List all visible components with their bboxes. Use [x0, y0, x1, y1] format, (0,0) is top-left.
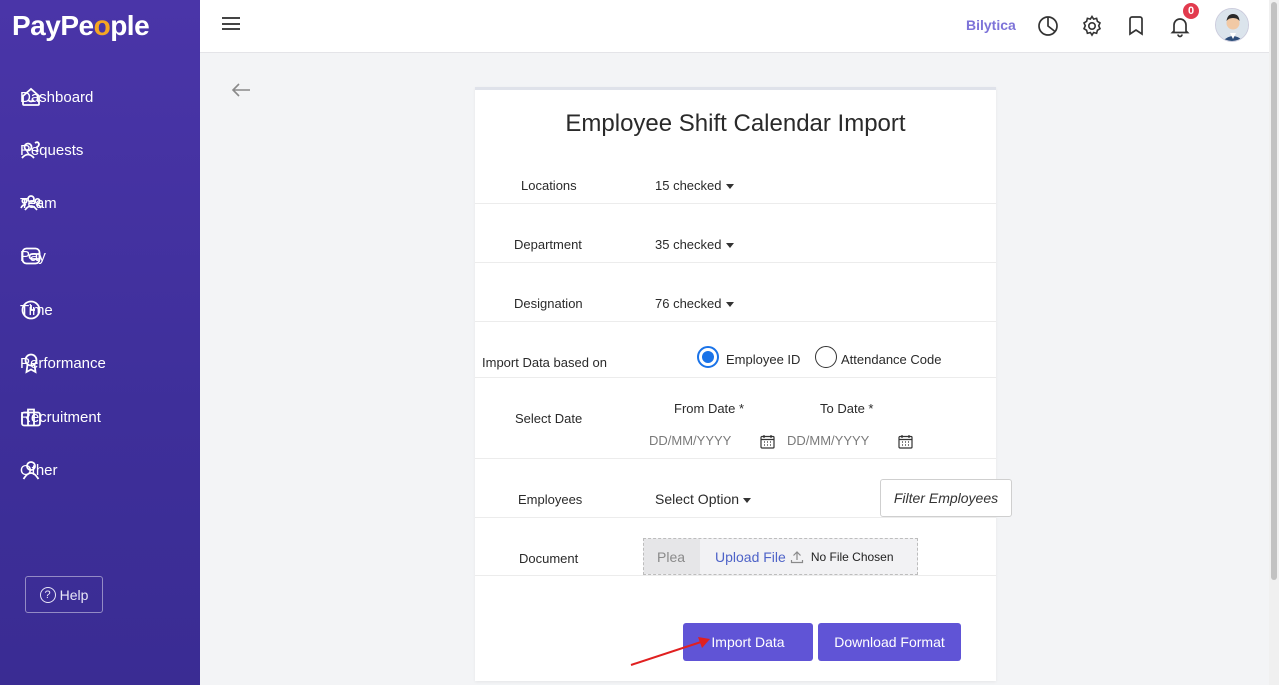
scrollbar-thumb[interactable]	[1271, 2, 1277, 580]
menu-toggle-icon[interactable]	[222, 17, 240, 31]
analytics-pie-icon[interactable]	[1036, 14, 1060, 38]
upload-icon	[790, 550, 804, 564]
sidebar-item-performance[interactable]: Performance	[20, 348, 106, 378]
page-title: Employee Shift Calendar Import	[565, 110, 906, 137]
import-based-on-label: Import Data based on	[482, 355, 608, 370]
upload-file-label: Upload File	[715, 548, 786, 565]
caret-down-icon	[725, 184, 734, 190]
filter-employees-button[interactable]: Filter Employees	[880, 479, 1012, 517]
download-format-button[interactable]: Download Format	[818, 623, 961, 661]
row-divider	[475, 377, 996, 378]
employees-label: Employees	[518, 492, 583, 507]
sidebar-item-label: Performance	[20, 354, 106, 372]
sidebar: PayPeople Dashboard Requests Team Pay Ti…	[0, 0, 200, 685]
radio-attendance-code[interactable]	[815, 346, 837, 368]
sidebar-item-label: Time	[20, 301, 53, 319]
help-icon: ?	[39, 586, 56, 603]
sidebar-item-label: Other	[20, 461, 58, 479]
bookmark-icon[interactable]	[1124, 14, 1148, 38]
back-arrow-icon[interactable]	[230, 80, 252, 100]
sidebar-item-dashboard[interactable]: Dashboard	[20, 82, 93, 112]
help-button[interactable]: ? Help	[25, 576, 103, 613]
logo-text-end: ple	[110, 10, 150, 41]
row-divider	[475, 575, 996, 576]
logo-text-o: o	[93, 10, 111, 41]
designation-dropdown[interactable]: 76 checked	[655, 296, 734, 311]
settings-gear-icon[interactable]	[1080, 14, 1104, 38]
sidebar-item-other[interactable]: Other	[20, 455, 58, 485]
topbar: Bilytica 0	[200, 0, 1269, 53]
sidebar-item-label: Dashboard	[20, 88, 94, 106]
row-divider	[475, 321, 996, 322]
calendar-icon[interactable]	[760, 434, 775, 449]
radio-employee-id-label[interactable]: Employee ID	[726, 352, 800, 367]
to-date-label: To Date *	[820, 401, 874, 416]
from-date-label: From Date *	[674, 401, 745, 416]
designation-value: 76 checked	[655, 296, 722, 311]
sidebar-item-time[interactable]: Time	[20, 295, 56, 325]
employees-value: Select Option	[655, 491, 740, 507]
radio-employee-id[interactable]	[697, 346, 719, 368]
row-divider	[475, 262, 996, 263]
row-divider	[475, 203, 996, 204]
locations-dropdown[interactable]: 15 checked	[655, 178, 734, 193]
caret-down-icon	[725, 243, 734, 249]
sidebar-item-label: Pay	[20, 247, 46, 265]
to-date-input[interactable]: DD/MM/YYYY	[787, 433, 869, 448]
from-date-input[interactable]: DD/MM/YYYY	[649, 433, 731, 448]
employees-dropdown[interactable]: Select Option	[655, 491, 752, 507]
document-label: Document	[519, 551, 579, 566]
caret-down-icon	[725, 302, 734, 308]
notification-count-badge: 0	[1181, 1, 1201, 21]
row-divider	[475, 517, 996, 518]
locations-value: 15 checked	[655, 178, 722, 193]
page-scrollbar[interactable]	[1269, 0, 1279, 685]
caret-down-icon	[743, 497, 752, 503]
locations-label: Locations	[521, 178, 577, 193]
calendar-icon[interactable]	[898, 434, 913, 449]
select-date-label: Select Date	[515, 411, 583, 426]
file-status-text: No File Chosen	[810, 549, 894, 564]
logo-text-start: PayPe	[12, 10, 94, 41]
paypeople-logo[interactable]: PayPeople	[12, 10, 150, 42]
designation-label: Designation	[514, 296, 583, 311]
row-divider	[475, 458, 996, 459]
radio-attendance-code-label[interactable]: Attendance Code	[841, 352, 941, 367]
annotation-arrow	[630, 637, 710, 666]
user-avatar[interactable]	[1215, 8, 1249, 42]
sidebar-item-label: Requests	[20, 141, 84, 159]
sidebar-item-team[interactable]: Team	[20, 188, 57, 218]
company-name[interactable]: Bilytica	[966, 17, 1016, 33]
department-value: 35 checked	[655, 237, 722, 252]
document-upload-placeholder: Plea	[644, 539, 700, 574]
sidebar-item-pay[interactable]: Pay	[20, 241, 56, 271]
upload-file-button[interactable]: Upload File	[715, 549, 804, 565]
sidebar-item-recruitment[interactable]: Recruitment	[20, 402, 101, 432]
import-form-card: Employee Shift Calendar Import	[475, 87, 996, 681]
document-upload-field[interactable]: Plea Upload File No File Chosen	[643, 538, 918, 575]
help-label: Help	[59, 586, 89, 603]
sidebar-item-requests[interactable]: Requests	[20, 135, 83, 165]
department-label: Department	[514, 237, 582, 252]
department-dropdown[interactable]: 35 checked	[655, 237, 734, 252]
sidebar-item-label: Team	[20, 194, 57, 212]
sidebar-item-label: Recruitment	[20, 408, 101, 426]
